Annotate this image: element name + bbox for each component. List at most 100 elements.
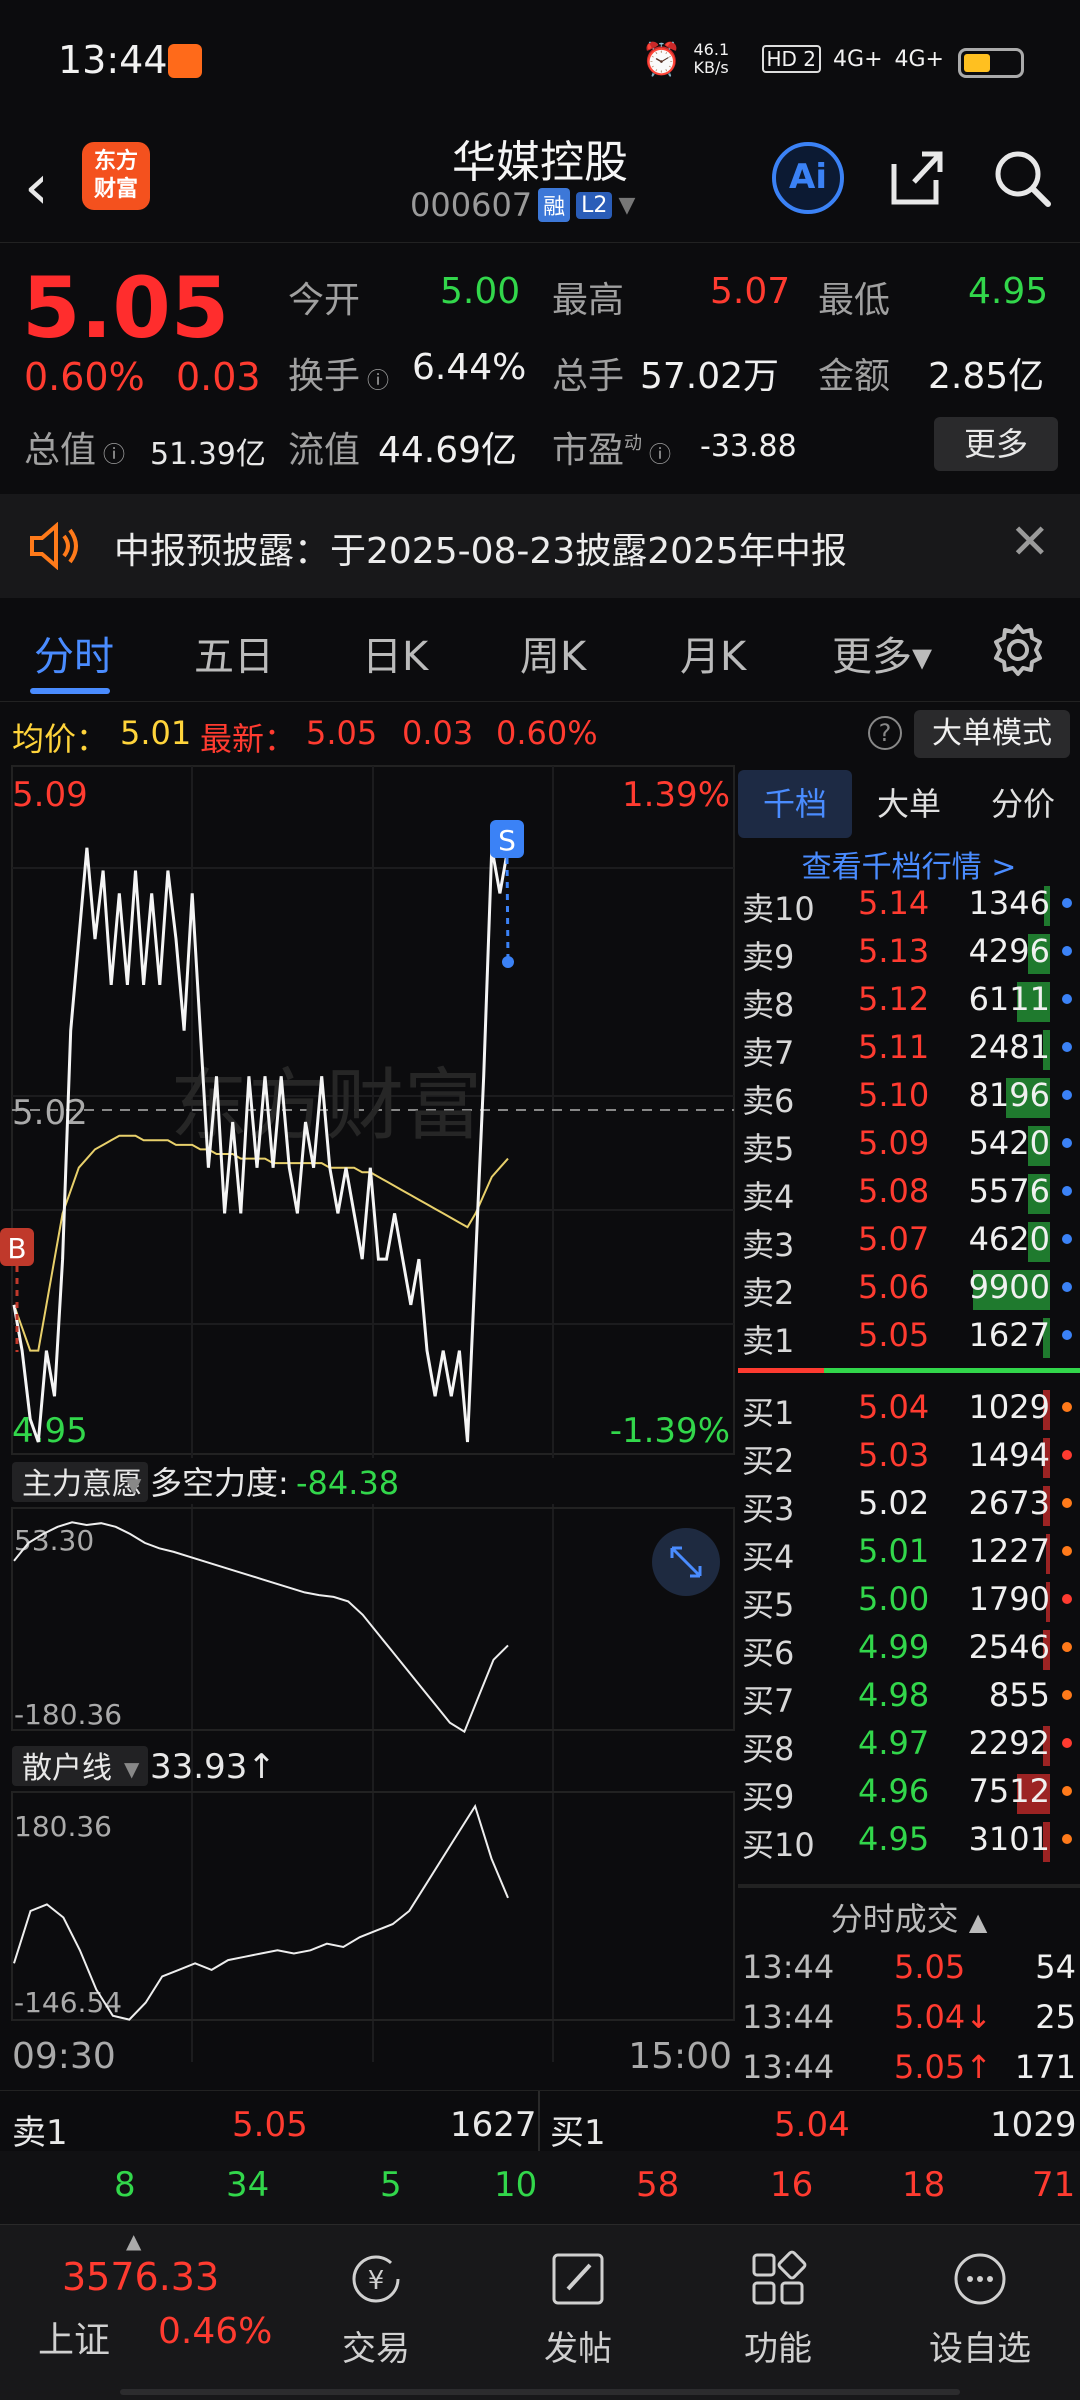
gear-icon[interactable] xyxy=(990,622,1046,678)
level-dot xyxy=(1062,1090,1072,1100)
level-volume: 1346 xyxy=(968,884,1050,922)
price-axis-top: 5.09 xyxy=(12,775,88,815)
level-volume: 6111 xyxy=(968,980,1050,1018)
big-order-mode-button[interactable]: 大单模式 xyxy=(914,710,1070,758)
indicator2-min: -146.54 xyxy=(14,1986,122,2019)
nav-functions[interactable]: 功能 xyxy=(698,2249,858,2370)
buy-level-row[interactable]: 买1 5.04 1029 xyxy=(738,1384,1080,1432)
chevron-up-icon: ▲ xyxy=(126,2229,142,2253)
chart-tabs: 分时 五日 日K 周K 月K 更多▾ xyxy=(0,598,1080,702)
buy-level-row[interactable]: 买6 4.99 2546 xyxy=(738,1624,1080,1672)
buy-level-row[interactable]: 买10 4.95 3101 xyxy=(738,1816,1080,1864)
level-volume: 1029 xyxy=(968,1388,1050,1426)
nav-add-watchlist[interactable]: 设自选 xyxy=(900,2249,1060,2370)
level-dot xyxy=(1062,1642,1072,1652)
trade-volume: 54 xyxy=(1035,1948,1076,1986)
sell-level-row[interactable]: 卖6 5.10 8196 xyxy=(738,1072,1080,1120)
time-axis-end: 15:00 xyxy=(628,2036,732,2077)
ai-button[interactable]: Ai xyxy=(772,142,844,214)
tab-intraday[interactable]: 分时 xyxy=(34,624,114,682)
buy-level-row[interactable]: 买3 5.02 2673 xyxy=(738,1480,1080,1528)
help-icon[interactable]: ? xyxy=(868,716,902,750)
sell-level-row[interactable]: 卖4 5.08 5576 xyxy=(738,1168,1080,1216)
level-label: 卖7 xyxy=(742,1034,795,1072)
buy-level-row[interactable]: 买9 4.96 7512 xyxy=(738,1768,1080,1816)
buy-level-row[interactable]: 买5 5.00 1790 xyxy=(738,1576,1080,1624)
tab-daily-k[interactable]: 日K xyxy=(362,624,428,682)
chevron-down-icon: ▼ xyxy=(124,1757,140,1781)
buy-marker[interactable]: B xyxy=(0,1228,34,1352)
level-label: 买7 xyxy=(742,1682,795,1720)
level-price: 5.07 xyxy=(858,1220,930,1258)
sell-level-row[interactable]: 卖5 5.09 5420 xyxy=(738,1120,1080,1168)
indicator2-name: 散户线 xyxy=(22,1751,112,1786)
level-volume: 7512 xyxy=(968,1772,1050,1810)
sell-count-4: 10 xyxy=(494,2165,538,2205)
latest-label: 最新： xyxy=(200,720,297,758)
sell-level-row[interactable]: 卖2 5.06 9900 xyxy=(738,1264,1080,1312)
tab-more[interactable]: 更多▾ xyxy=(832,624,932,682)
stock-code-row[interactable]: 000607 融 L2 ▼ xyxy=(410,186,635,224)
trade-row: 13:44 5.04↓ 25 xyxy=(738,1994,1080,2042)
sell-level-row[interactable]: 卖9 5.13 4296 xyxy=(738,928,1080,976)
summary-buy-vol: 1029 xyxy=(990,2105,1077,2145)
sell-level-row[interactable]: 卖8 5.12 6111 xyxy=(738,976,1080,1024)
sell-marker[interactable]: S xyxy=(490,820,524,968)
svg-text:¥: ¥ xyxy=(368,2266,385,2296)
index-percent: 0.46% xyxy=(158,2311,273,2352)
level-price: 4.95 xyxy=(858,1820,930,1858)
index-value[interactable]: 3576.33 xyxy=(62,2255,219,2299)
share-icon[interactable] xyxy=(884,146,948,210)
chevron-down-icon: ▼ xyxy=(126,1473,142,1497)
sell-level-row[interactable]: 卖3 5.07 4620 xyxy=(738,1216,1080,1264)
level-label: 买10 xyxy=(742,1826,815,1864)
sell-level-row[interactable]: 卖7 5.11 2481 xyxy=(738,1024,1080,1072)
stock-code: 000607 xyxy=(410,186,533,224)
buy-count-3: 18 xyxy=(902,2165,946,2205)
tab-thousand-levels[interactable]: 千档 xyxy=(738,770,852,838)
sell-level-row[interactable]: 卖1 5.05 1627 xyxy=(738,1312,1080,1360)
level-price: 5.06 xyxy=(858,1268,930,1306)
level-dot xyxy=(1062,1450,1072,1460)
nav-trade[interactable]: ¥ 交易 xyxy=(296,2249,456,2370)
buy-level-row[interactable]: 买8 4.97 2292 xyxy=(738,1720,1080,1768)
search-icon[interactable] xyxy=(990,146,1054,210)
nav-post[interactable]: 发帖 xyxy=(498,2249,658,2370)
sell-count-1: 8 xyxy=(114,2165,136,2205)
battery-icon xyxy=(958,48,1024,78)
buy-level-row[interactable]: 买2 5.03 1494 xyxy=(738,1432,1080,1480)
level-price: 5.12 xyxy=(858,980,930,1018)
pct-axis-top: 1.39% xyxy=(622,775,730,815)
intraday-chart-svg[interactable]: 东方财富 5.09 5.02 4.95 1.39% -1.39% B S 主力意… xyxy=(0,762,736,2092)
notice-banner[interactable]: 中报预披露：于2025-08-23披露2025年中报 ✕ xyxy=(0,494,1080,598)
level-dot xyxy=(1062,1042,1072,1052)
level-volume: 5576 xyxy=(968,1172,1050,1210)
quote-panel: 5.05 0.60% 0.03 总值 ⓘ 51.39亿 今开 5.00 最高 5… xyxy=(0,242,1080,492)
indicator1-min: -180.36 xyxy=(14,1698,122,1731)
buy-level-row[interactable]: 买7 4.98 855 xyxy=(738,1672,1080,1720)
level-dot xyxy=(1062,994,1072,1004)
price-axis-bottom: 4.95 xyxy=(12,1411,88,1451)
expand-button[interactable] xyxy=(652,1528,720,1596)
tab-weekly-k[interactable]: 周K xyxy=(520,624,586,682)
trade-price: 5.04↓ xyxy=(894,1998,993,2036)
volume-label: 总手 xyxy=(552,356,625,397)
total-value: 51.39亿 xyxy=(150,437,266,472)
trades-title[interactable]: 分时成交 ▲ xyxy=(738,1894,1080,1940)
order-book: 千档 大单 分价 查看千档行情 > 卖10 5.14 1346 卖9 5.13 4296 卖… xyxy=(738,762,1080,2092)
level-price: 5.10 xyxy=(858,1076,930,1114)
tab-five-day[interactable]: 五日 xyxy=(194,624,274,682)
more-button[interactable]: 更多 xyxy=(934,417,1058,471)
level-volume: 855 xyxy=(988,1676,1050,1714)
level-price: 5.04 xyxy=(858,1388,930,1426)
tab-monthly-k[interactable]: 月K xyxy=(680,624,746,682)
sell-level-row[interactable]: 卖10 5.14 1346 xyxy=(738,880,1080,928)
close-icon[interactable]: ✕ xyxy=(1010,514,1050,570)
tab-big-orders[interactable]: 大单 xyxy=(852,770,966,838)
buy-level-row[interactable]: 买4 5.01 1227 xyxy=(738,1528,1080,1576)
level-label: 卖9 xyxy=(742,938,795,976)
tab-price-distribution[interactable]: 分价 xyxy=(966,770,1080,838)
grid-icon xyxy=(752,2250,807,2305)
trade-price: 5.05 xyxy=(894,1948,966,1986)
level-price: 5.03 xyxy=(858,1436,930,1474)
